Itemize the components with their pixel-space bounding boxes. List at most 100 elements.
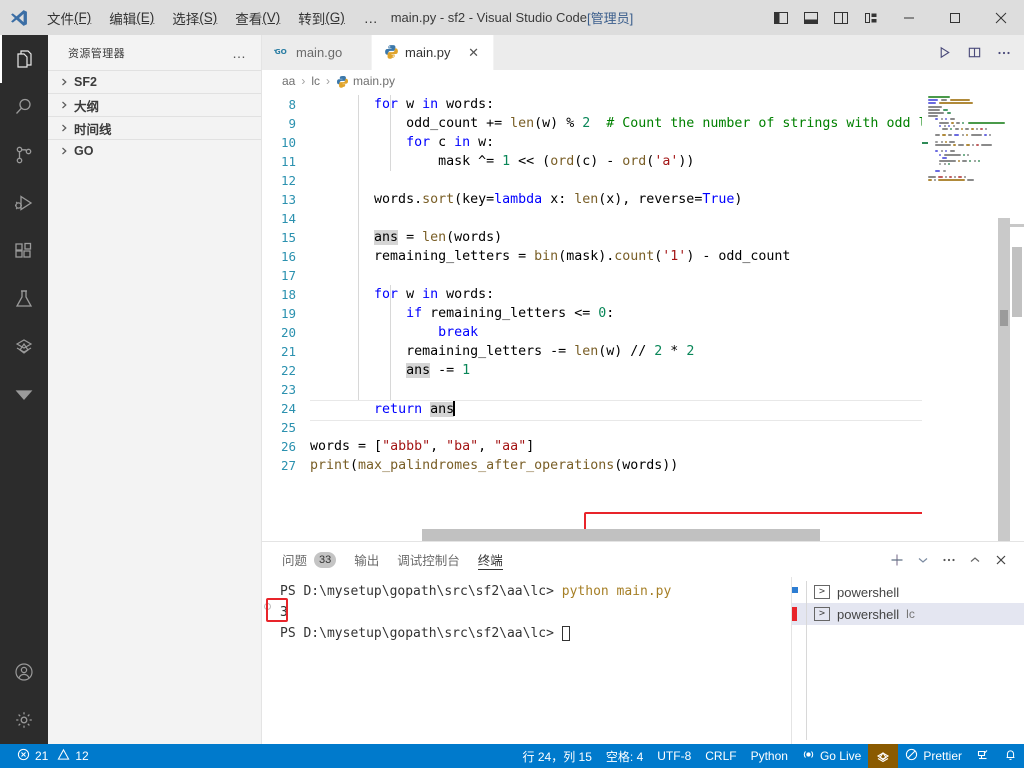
code-line[interactable]: 17 [262, 266, 922, 285]
terminal-view[interactable]: PS D:\mysetup\gopath\src\sf2\aa\lc> pyth… [262, 577, 792, 744]
menu-view[interactable]: 查看 (V) [226, 0, 289, 35]
activity-testing-icon[interactable] [0, 275, 48, 323]
minimap-scroll-knob[interactable] [1000, 310, 1008, 326]
code-line[interactable]: 9 odd_count += len(w) % 2 # Count the nu… [262, 114, 922, 133]
status-encoding[interactable]: UTF-8 [650, 744, 698, 768]
window-maximize-button[interactable] [932, 0, 978, 35]
split-editor-right-icon[interactable] [960, 35, 988, 70]
menu-overflow[interactable]: … [354, 0, 389, 35]
sidebar-section-sf2[interactable]: SF2 [48, 70, 261, 93]
tab-close-icon[interactable]: ✕ [467, 45, 481, 61]
code-line[interactable]: 13 words.sort(key=lambda x: len(x), reve… [262, 190, 922, 209]
code-line[interactable]: 25 [262, 418, 922, 437]
toggle-primary-sidebar-icon[interactable] [766, 0, 796, 35]
terminal-list-sub: lc [906, 607, 915, 621]
status-notifications[interactable] [997, 744, 1024, 768]
status-cursor-position[interactable]: 行 24，列 15 [516, 744, 599, 768]
editor-vscroll-thumb[interactable] [1012, 247, 1022, 317]
accounts-icon[interactable] [0, 648, 48, 696]
tab-main-py[interactable]: main.py ✕ [372, 35, 494, 70]
window-close-button[interactable] [978, 0, 1024, 35]
panel-tab-terminal[interactable]: 终端 [477, 542, 503, 577]
activity-run-debug-icon[interactable] [0, 179, 48, 227]
code-line[interactable]: 12 [262, 171, 922, 190]
activity-source-control-icon[interactable] [0, 131, 48, 179]
status-indentation[interactable]: 空格: 4 [599, 744, 650, 768]
line-number: 27 [280, 458, 296, 473]
run-python-file-icon[interactable] [930, 35, 958, 70]
line-number: 12 [280, 173, 296, 188]
manage-settings-gear-icon[interactable] [0, 696, 48, 744]
menu-file[interactable]: 文件 (F) [38, 0, 100, 35]
toggle-secondary-sidebar-icon[interactable] [826, 0, 856, 35]
maximize-panel-chevron-up-icon[interactable] [962, 542, 988, 577]
code-line[interactable]: 15 ans = len(words) [262, 228, 922, 247]
panel-tab-label: 问题 [282, 554, 308, 568]
code-line[interactable]: 20 break [262, 323, 922, 342]
status-prettier[interactable]: Prettier [898, 744, 969, 768]
code-line[interactable]: 21 remaining_letters -= len(w) // 2 * 2 [262, 342, 922, 361]
activity-go-icon[interactable] [0, 323, 48, 371]
status-problems[interactable]: 21 12 [10, 744, 96, 768]
menu-edit-label: 编辑 [109, 11, 137, 27]
code-line[interactable]: 22 ans -= 1 [262, 361, 922, 380]
panel-more-actions-icon[interactable] [936, 542, 962, 577]
code-line[interactable]: 27 print(max_palindromes_after_operations… [262, 456, 922, 475]
code-line[interactable]: 14 [262, 209, 922, 228]
tab-main-go[interactable]: GO main.go [262, 35, 372, 70]
activity-explorer-icon[interactable] [0, 35, 48, 83]
new-terminal-plus-icon[interactable] [884, 542, 910, 577]
sidebar-more-actions-icon[interactable]: … [224, 45, 255, 61]
activity-extensions-icon[interactable] [0, 227, 48, 275]
terminal-list-label: powershell [837, 606, 900, 622]
code-line[interactable]: 16 remaining_letters = bin(mask).count('… [262, 247, 922, 266]
activity-collapse-icon[interactable] [0, 371, 48, 419]
editor-minimap[interactable] [922, 92, 1010, 541]
editor-more-actions-icon[interactable] [990, 35, 1018, 70]
breadcrumb-item-file[interactable]: main.py [353, 74, 395, 88]
code-line[interactable]: 18 for w in words: [262, 285, 922, 304]
activity-search-icon[interactable] [0, 83, 48, 131]
editor-horizontal-scrollbar[interactable] [310, 529, 820, 541]
panel-tab-debug-console[interactable]: 调试控制台 [397, 542, 460, 577]
code-line[interactable]: 11 mask ^= 1 << (ord(c) - ord('a')) [262, 152, 922, 171]
panel-tab-problems[interactable]: 问题 33 [282, 542, 337, 577]
editor-hscroll-thumb[interactable] [422, 529, 820, 541]
code-line[interactable]: 24 return ans [262, 399, 922, 421]
activity-bar [0, 35, 48, 744]
menu-go[interactable]: 转到 (G) [289, 0, 354, 35]
breadcrumb-item-aa[interactable]: aa [282, 74, 295, 88]
sidebar-section-go[interactable]: GO [48, 139, 261, 162]
breadcrumb-item-lc[interactable]: lc [311, 74, 320, 88]
sidebar-section-timeline[interactable]: 时间线 [48, 116, 261, 139]
toggle-panel-icon[interactable] [796, 0, 826, 35]
minimap-overview-column [998, 218, 1010, 541]
code-editor[interactable]: 8 for w in words: 9 odd_count += len(w) %… [262, 92, 922, 541]
menu-edit[interactable]: 编辑 (E) [100, 0, 163, 35]
code-line[interactable]: 26 words = ["abbb", "ba", "aa"] [262, 437, 922, 456]
sidebar-section-outline[interactable]: 大纲 [48, 93, 261, 116]
status-go-live[interactable]: Go Live [795, 744, 868, 768]
code-line[interactable]: 23 [262, 380, 922, 399]
editor-vertical-scrollbar[interactable] [1010, 92, 1024, 541]
code-line-text: for w in words: [310, 287, 922, 302]
minimap-line [928, 99, 938, 102]
code-line[interactable]: 10 for c in w: [262, 133, 922, 152]
command-decoration-icon[interactable] [264, 603, 271, 610]
panel-tab-output[interactable]: 输出 [354, 542, 379, 577]
status-language-mode[interactable]: Python [744, 744, 795, 768]
close-panel-icon[interactable] [988, 542, 1014, 577]
terminal-list-item[interactable]: > powershell lc [792, 603, 1024, 625]
terminal-list-item[interactable]: > powershell [792, 581, 1024, 603]
code-line[interactable]: 19 if remaining_letters <= 0: [262, 304, 922, 323]
customize-layout-icon[interactable] [856, 0, 886, 35]
terminal-profile-chevron-down-icon[interactable] [910, 542, 936, 577]
status-eol[interactable]: CRLF [698, 744, 743, 768]
code-line[interactable]: 8 for w in words: [262, 95, 922, 114]
status-remote-indicator[interactable] [969, 744, 997, 768]
menu-selection[interactable]: 选择 (S) [163, 0, 226, 35]
status-go-extension[interactable] [868, 744, 899, 768]
minimap-line [942, 134, 946, 137]
window-minimize-button[interactable] [886, 0, 932, 35]
code-token: ans [430, 402, 455, 417]
